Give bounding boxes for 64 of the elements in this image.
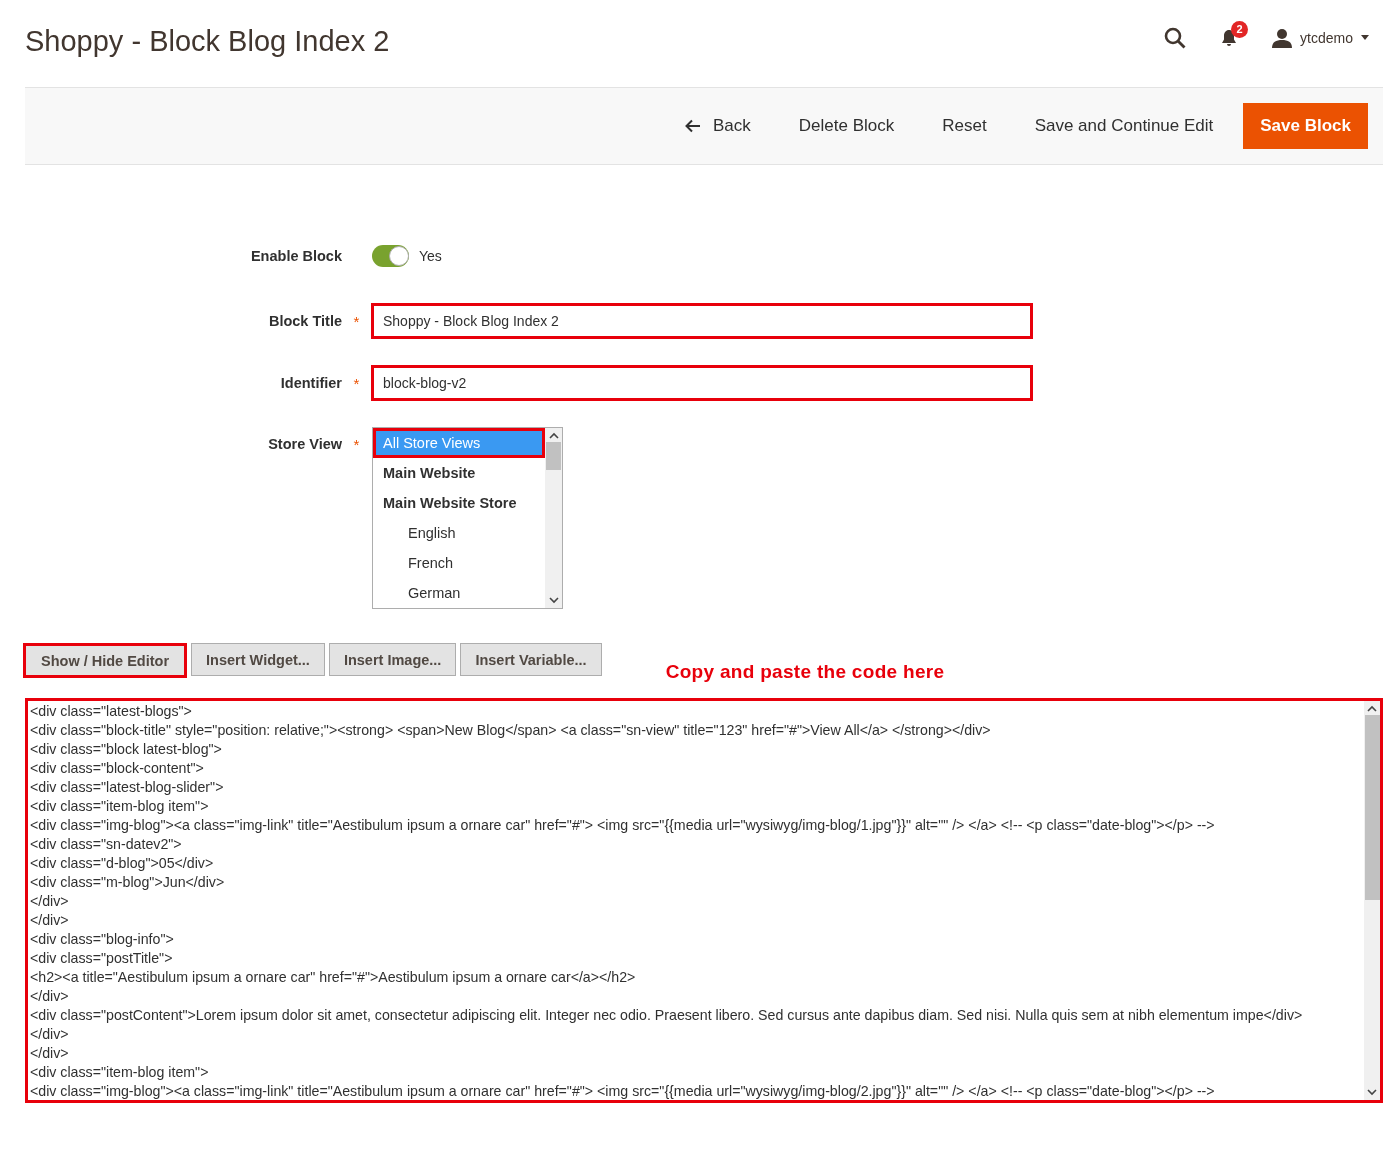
list-option[interactable]: German bbox=[373, 578, 545, 608]
code-line: <div class="blog-info"> bbox=[30, 930, 174, 949]
text-field[interactable]: block-blog-v2 bbox=[371, 365, 1033, 401]
code-line: <div class="latest-blog-slider"> bbox=[30, 778, 224, 797]
notification-count: 2 bbox=[1231, 20, 1249, 38]
code-line: <div class="block latest-blog"> bbox=[30, 740, 222, 759]
code-line: <div class="img-blog"><a class="img-link" title="Aestibulum ipsum a ornare car" href="#"> <img src="{{media url="wysiwyg/img-blog/1.jpg"}}" alt="" /> </a> <!-- <p class="date-blog"></p> --> bbox=[30, 816, 1215, 835]
code-line: <h2><a title="Aestibulum ipsum a ornare car" href="#">Aestibulum ipsum a ornare car</a></h2> bbox=[30, 968, 636, 987]
code-line: <div class="block-content"> bbox=[30, 759, 204, 778]
required-mark: * bbox=[352, 374, 361, 392]
code-line: <div class="sn-datev2"> bbox=[30, 835, 182, 854]
field-label: Store View bbox=[267, 436, 342, 452]
code-line: <div class="m-blog">Jun</div> bbox=[30, 873, 225, 892]
code-editor[interactable] bbox=[25, 698, 1383, 1103]
code-line: <div class="img-blog"><a class="img-link" title="Aestibulum ipsum a ornare car" href="#"> <img src="{{media url="wysiwyg/img-blog/2.jpg"}}" alt="" /> </a> <!-- <p class="date-blog"></p> --> bbox=[30, 1082, 1215, 1100]
required-mark: * bbox=[352, 312, 361, 330]
required-mark: * bbox=[352, 436, 361, 453]
field-label: Block Title bbox=[267, 313, 342, 329]
code-line: </div> bbox=[30, 987, 69, 1006]
toggle-switch[interactable] bbox=[372, 245, 409, 267]
back-button[interactable]: Back bbox=[661, 106, 775, 146]
scrollbar-thumb[interactable] bbox=[1364, 715, 1380, 900]
caret-icon bbox=[1361, 35, 1369, 40]
list-option[interactable]: Main Website bbox=[373, 458, 545, 488]
user-icon bbox=[1272, 27, 1293, 48]
arrow-left-icon bbox=[685, 119, 701, 133]
code-line: <div class="item-blog item"> bbox=[30, 1063, 209, 1082]
list-option[interactable]: Main Website Store bbox=[373, 488, 545, 518]
code-line: <div class="postContent">Lorem ipsum dolor sit amet, consectetur adipiscing elit. Integer nec odio. Praesent libero. Sed cursus ante dapibus diam. Sed nisi. Nulla quis sem at nibh elementum impe</div> bbox=[30, 1006, 1303, 1025]
list-option[interactable]: French bbox=[373, 548, 545, 578]
action-button[interactable]: Save and Continue Edit bbox=[1010, 106, 1238, 146]
code-line: </div> bbox=[30, 1044, 69, 1063]
chevron-up-icon[interactable] bbox=[1367, 705, 1377, 712]
editor-button[interactable]: Insert Image... bbox=[328, 643, 457, 676]
code-line: </div> bbox=[30, 892, 69, 911]
scrollbar[interactable] bbox=[1364, 701, 1380, 1100]
save-button[interactable]: Save Block bbox=[1243, 103, 1368, 149]
code-line: </div> bbox=[30, 911, 69, 930]
page-title: Shoppy - Block Blog Index 2 bbox=[25, 25, 390, 59]
toggle-label: Yes bbox=[419, 248, 442, 264]
annotation-text: Copy and paste the code here bbox=[665, 661, 945, 683]
code-line: <div class="latest-blogs"> bbox=[30, 702, 192, 721]
user-menu[interactable]: ytcdemo bbox=[1272, 27, 1369, 48]
scrollbar[interactable] bbox=[545, 428, 562, 608]
code-line: <div class="block-title" style="position: relative;"><strong> <span>New Blog</span> <a class="sn-view" title="123" href="#">View All</a> </strong></div> bbox=[30, 721, 991, 740]
editor-button[interactable]: Show / Hide Editor bbox=[23, 643, 188, 678]
editor-button[interactable]: Insert Widget... bbox=[191, 643, 325, 676]
editor-button[interactable]: Insert Variable... bbox=[460, 643, 602, 676]
code-line: <div class="item-blog item"> bbox=[30, 797, 209, 816]
chevron-down-icon[interactable] bbox=[1367, 1089, 1377, 1096]
field-label: Identifier bbox=[279, 375, 342, 391]
bell-icon[interactable] bbox=[1220, 28, 1239, 47]
scrollbar-thumb[interactable] bbox=[546, 442, 561, 470]
search-icon[interactable] bbox=[1164, 26, 1187, 49]
list-option[interactable]: English bbox=[373, 518, 545, 548]
chevron-down-icon[interactable] bbox=[548, 597, 559, 604]
action-button[interactable]: Delete Block bbox=[774, 106, 919, 146]
action-button[interactable]: Reset bbox=[918, 106, 1011, 146]
text-field[interactable]: Shoppy - Block Blog Index 2 bbox=[371, 303, 1033, 339]
code-line: </div> bbox=[30, 1025, 69, 1044]
code-line: <div class="d-blog">05</div> bbox=[30, 854, 214, 873]
field-label: Enable Block bbox=[249, 248, 342, 264]
code-line: <div class="postTitle"> bbox=[30, 949, 173, 968]
chevron-up-icon[interactable] bbox=[548, 432, 559, 439]
